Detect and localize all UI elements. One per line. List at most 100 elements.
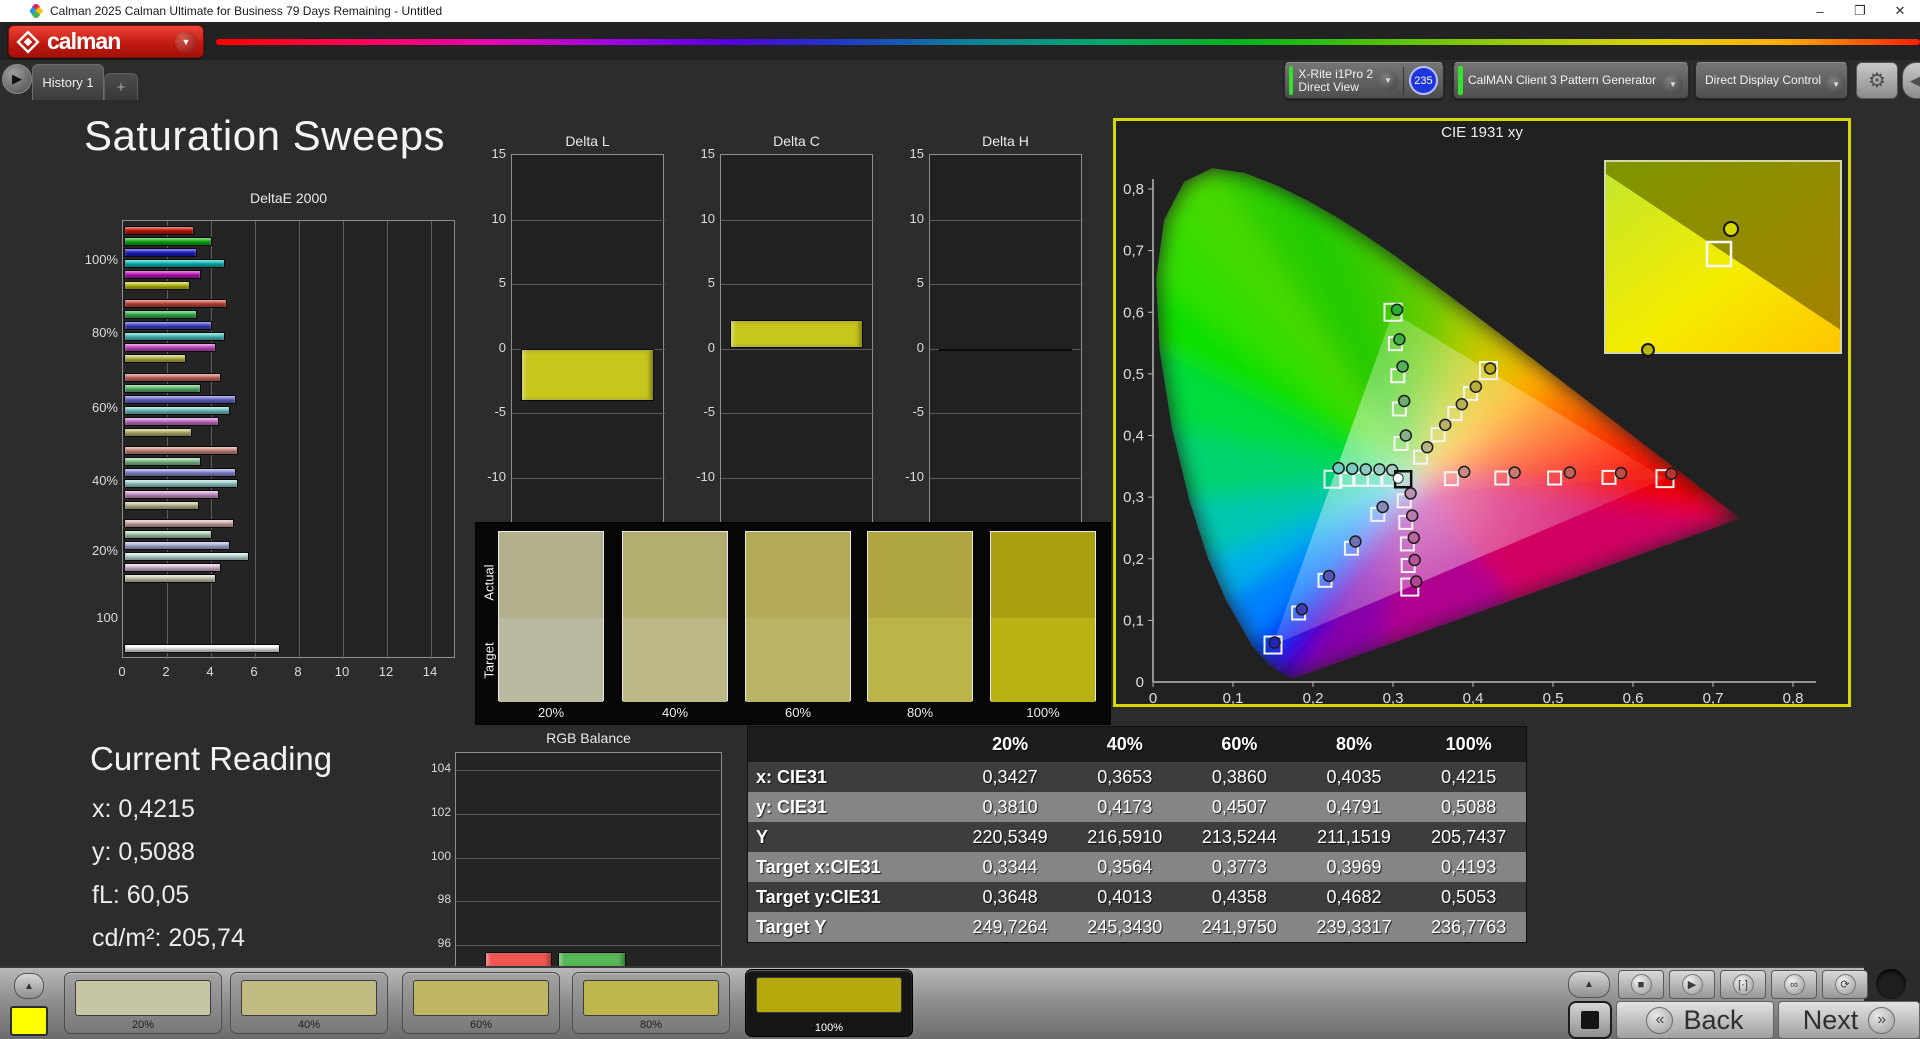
rgb-gridline [456,770,723,772]
restore-button[interactable]: ❐ [1840,3,1880,19]
pattern-swatch-button-20%[interactable]: 20% [64,972,222,1034]
rgb-balance-plot-area [455,752,723,968]
current-reading-line: fL: 60,05 [92,881,190,909]
pattern-swatch-button-80%[interactable]: 80% [572,972,730,1034]
table-cell: 0,4173 [1097,796,1153,817]
table-header-cell: 20% [992,734,1029,754]
deltae-bar [124,237,212,246]
table-row: Target y:CIE31 0,3648 0,4013 0,4358 0,4682 0,… [748,882,1526,912]
minimize-button[interactable]: – [1800,4,1840,19]
chevron-up-icon: ▲ [24,980,34,992]
cie-measured-green [1390,303,1404,317]
svg-text:0,5: 0,5 [1543,690,1564,704]
cie-measured-red [1457,465,1471,479]
target-swatch [623,618,727,702]
window-pattern-button[interactable] [1568,1001,1612,1039]
display-control-dropdown-arrow-icon[interactable]: ▼ [1826,74,1847,94]
deltae-bar [124,552,250,561]
deltae-group-label: 100% [84,252,118,267]
delta-l-title: Delta L [565,133,610,149]
continuous-button[interactable]: ∞ [1771,970,1817,999]
meter-dropdown-arrow-icon[interactable]: ▼ [1378,70,1399,91]
deltae-x-tick: 0 [118,664,126,679]
target-row-label: Target [481,642,497,679]
next-button[interactable]: Next » [1778,1001,1920,1039]
delta-l-gridline [512,413,665,414]
meter-reading-badge[interactable]: 235 [1408,66,1438,95]
logo-dropdown-arrow-icon[interactable]: ▼ [175,30,197,53]
refresh-button[interactable]: ⟳ [1822,970,1868,999]
delta-h-bar [939,348,1072,351]
delta-c-y-tick: -10 [696,468,715,484]
double-chevron-left-icon: « [1646,1006,1674,1034]
actual-swatch [499,532,603,618]
deltae-bar [124,501,199,510]
rgb-y-tick: 104 [430,761,451,776]
table-cell: 213,5244 [1201,826,1277,847]
divider [1403,66,1404,95]
deltae-group-label: 60% [91,400,118,415]
svg-text:0,4: 0,4 [1123,428,1144,445]
table-cell: 0,5053 [1441,886,1497,907]
display-control-dropdown[interactable]: Direct Display Control ▼ [1695,62,1848,99]
pattern-swatch-button-100%[interactable]: 100% [745,969,913,1037]
delta-h-gridline [930,413,1083,414]
pattern-generator-status-bar [1458,66,1463,95]
table-cell: 0,4682 [1326,886,1382,907]
double-chevron-right-icon: » [1868,1006,1896,1034]
tab-scroll-button[interactable]: ▶ [2,64,32,94]
pattern-generator-dropdown[interactable]: CalMAN Client 3 Pattern Generator ▼ [1453,62,1689,99]
table-cell: 236,7763 [1431,916,1507,937]
add-tab-button[interactable]: + [104,73,138,100]
rgb-balance-title: RGB Balance [546,730,631,746]
step-button[interactable]: [·] [1720,970,1766,999]
close-button[interactable]: ✕ [1880,3,1920,19]
current-pattern-swatch[interactable] [10,1006,48,1036]
rgb-y-tick: 102 [430,805,451,820]
swatch-column [867,531,973,702]
table-cell: 211,1519 [1317,826,1391,847]
swatch-column [622,531,728,702]
stop-button[interactable]: ■ [1618,970,1664,999]
pattern-swatch-button-40%[interactable]: 40% [230,972,388,1034]
title-bar: Calman 2025 Calman Ultimate for Business… [0,0,1920,22]
delta-c-gridline [721,284,874,285]
deltae-chart-title: DeltaE 2000 [249,190,328,206]
square-icon [1581,1011,1599,1029]
meter-dropdown[interactable]: X-Rite i1Pro 2 Direct View ▼ 235 [1284,62,1444,99]
table-cell: 0,5088 [1441,796,1497,817]
settings-button[interactable]: ⚙ [1856,62,1898,99]
deltae-bar [124,574,217,583]
pattern-panel-expand-button[interactable]: ▲ [14,973,44,999]
delta-l-y-tick: 15 [491,146,506,161]
transport-panel-expand-button[interactable]: ▲ [1568,971,1610,998]
actual-swatch [868,532,972,618]
deltae-gridline [387,221,388,659]
cie-measured-magenta [1408,553,1421,567]
tab-history-1[interactable]: History 1 [32,64,104,100]
deltae-x-tick: 10 [334,664,350,679]
pattern-swatch-button-60%[interactable]: 60% [402,972,560,1034]
cie-measured-yellow [1483,362,1497,375]
back-button[interactable]: « Back [1616,1001,1774,1039]
play-button[interactable]: ▶ [1669,970,1715,999]
swatch-column [745,531,851,702]
svg-text:0: 0 [1149,690,1157,704]
table-header-cell: 60% [1221,734,1258,754]
deltae-gridline [299,221,300,659]
calman-menu-button[interactable]: calman ▼ [8,25,204,58]
swatch-label: 20% [131,1019,155,1031]
collapse-toolbar-button[interactable]: ◀ [1902,62,1920,99]
app-icon [30,4,44,18]
table-row: Target x:CIE31 0,3344 0,3564 0,3773 0,3969 0,… [748,852,1526,882]
pattern-generator-dropdown-arrow-icon[interactable]: ▼ [1663,74,1683,94]
cie-measured-red [1665,467,1678,480]
record-indicator-icon [1876,969,1906,999]
deltae-bar [124,644,281,653]
cie-measured-blue [1322,569,1336,583]
calman-logo-text: calman [47,28,121,54]
stop-icon: ■ [1630,974,1652,995]
deltae-bar [124,343,217,352]
table-cell: 0,4791 [1326,796,1382,817]
table-cell: 0,3653 [1097,766,1153,787]
